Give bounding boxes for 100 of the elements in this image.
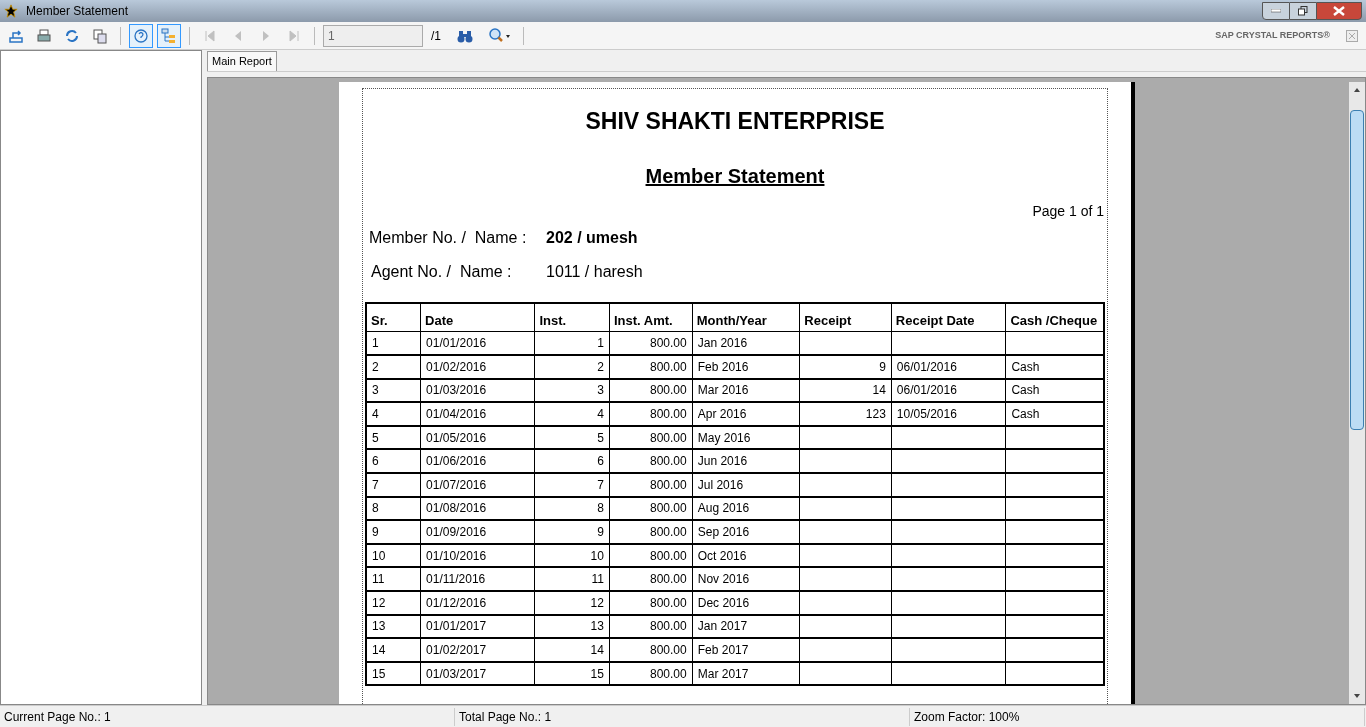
toolbar-button[interactable]	[157, 23, 181, 48]
table-cell: 06/01/2016	[891, 355, 1006, 379]
table-cell: Mar 2016	[692, 378, 800, 403]
table-cell: 01/05/2016	[420, 425, 535, 450]
table-cell: 9	[799, 355, 892, 379]
table-cell: 800.00	[609, 496, 693, 521]
table-cell: 5	[366, 425, 421, 450]
table-cell: 01/03/2017	[420, 661, 535, 686]
table-cell: 1	[366, 331, 421, 356]
table-cell: 01/10/2016	[420, 543, 535, 568]
printer-icon	[36, 27, 52, 44]
page-indicator: Page 1 of 1	[1032, 201, 1105, 221]
table-cell: 7	[535, 473, 610, 497]
table-cell: 01/01/2016	[420, 331, 535, 356]
member-value: 202 / umesh	[546, 227, 638, 248]
table-cell: 800.00	[609, 449, 693, 474]
table-cell: 01/08/2016	[420, 496, 535, 521]
report-title: Member Statement	[645, 163, 825, 189]
table-cell: Apr 2016	[692, 402, 800, 426]
table-cell: 2	[535, 355, 610, 379]
table-cell: 800.00	[609, 520, 693, 544]
minimize-icon	[1271, 9, 1281, 13]
table-cell: 01/12/2016	[420, 591, 535, 615]
table-cell: 11	[366, 567, 421, 592]
status-text: Zoom Factor: 100%	[910, 707, 1365, 726]
table-cell: Feb 2017	[692, 638, 800, 662]
page-number-field[interactable]: 1	[323, 24, 423, 47]
table-cell: 800.00	[609, 425, 693, 450]
table-cell: 14	[366, 638, 421, 662]
table-cell: Jan 2016	[692, 331, 800, 356]
table-cell: 7	[366, 473, 421, 497]
table-cell: 06/01/2016	[891, 378, 1006, 403]
table-cell: 01/06/2016	[420, 449, 535, 474]
table-cell: Jun 2016	[692, 449, 800, 474]
report-tab[interactable]: Main Report	[207, 51, 277, 71]
table-cell: 4	[535, 402, 610, 426]
close-button[interactable]	[1316, 2, 1362, 20]
close-icon[interactable]	[1346, 29, 1358, 42]
table-cell: 10/05/2016	[891, 402, 1006, 426]
column-header: Receipt Date	[891, 302, 1006, 332]
table-cell: Sep 2016	[692, 520, 800, 544]
table-cell: 800.00	[609, 378, 693, 403]
table-cell: 10	[366, 543, 421, 568]
binoculars-icon	[457, 28, 473, 43]
tree-icon	[161, 27, 177, 44]
table-cell: 9	[366, 520, 421, 544]
table-cell: Nov 2016	[692, 567, 800, 592]
column-header: Sr.	[366, 302, 421, 332]
member-label: Member No. / Name :	[369, 227, 528, 248]
copy-icon	[92, 27, 108, 44]
status-text: Current Page No.: 1	[0, 707, 455, 726]
window-title: Member Statement	[26, 3, 129, 20]
table-cell: 6	[366, 449, 421, 474]
table-cell: 4	[366, 402, 421, 426]
table-cell: Cash	[1005, 378, 1104, 403]
toolbar-button[interactable]	[129, 23, 153, 48]
table-cell: 01/02/2017	[420, 638, 535, 662]
help-icon	[133, 27, 149, 44]
minimize-button[interactable]	[1262, 2, 1290, 20]
agent-label: Agent No. / Name :	[371, 261, 513, 282]
column-header: Receipt	[799, 302, 892, 332]
table-cell: Jan 2017	[692, 614, 800, 639]
table-cell: 15	[535, 661, 610, 686]
table-cell: 5	[535, 425, 610, 450]
table-cell: Feb 2016	[692, 355, 800, 379]
table-cell: 800.00	[609, 355, 693, 379]
status-text: Total Page No.: 1	[455, 707, 910, 726]
table-cell: 01/11/2016	[420, 567, 535, 592]
restore-button[interactable]	[1290, 2, 1316, 20]
table-cell: 01/09/2016	[420, 520, 535, 544]
table-cell: 800.00	[609, 402, 693, 426]
table-cell: Aug 2016	[692, 496, 800, 521]
brand-label: SAP CRYSTAL REPORTS®	[1215, 28, 1330, 42]
table-cell: 11	[535, 567, 610, 592]
table-cell: 2	[366, 355, 421, 379]
table-cell: 1	[535, 331, 610, 356]
table-cell: Cash	[1005, 402, 1104, 426]
table-cell: Dec 2016	[692, 591, 800, 615]
table-cell: 01/04/2016	[420, 402, 535, 426]
table-cell: 800.00	[609, 543, 693, 568]
agent-value: 1011 / haresh	[546, 261, 643, 282]
table-cell: 12	[535, 591, 610, 615]
table-cell: 13	[535, 614, 610, 639]
zoom-icon	[489, 27, 511, 44]
column-header: Date	[420, 302, 535, 332]
table-cell: 800.00	[609, 661, 693, 686]
scroll-thumb[interactable]	[1350, 110, 1364, 430]
table-cell: 01/03/2016	[420, 378, 535, 403]
table-cell: 13	[366, 614, 421, 639]
refresh-icon	[64, 27, 80, 44]
restore-icon	[1298, 6, 1308, 16]
table-cell: Cash	[1005, 355, 1104, 379]
table-cell: 14	[799, 378, 892, 403]
table-cell: 01/07/2016	[420, 473, 535, 497]
table-cell: 123	[799, 402, 892, 426]
table-cell: 8	[535, 496, 610, 521]
table-cell: 10	[535, 543, 610, 568]
table-cell: 800.00	[609, 591, 693, 615]
column-header: Inst. Amt.	[609, 302, 693, 332]
table-cell: 6	[535, 449, 610, 474]
